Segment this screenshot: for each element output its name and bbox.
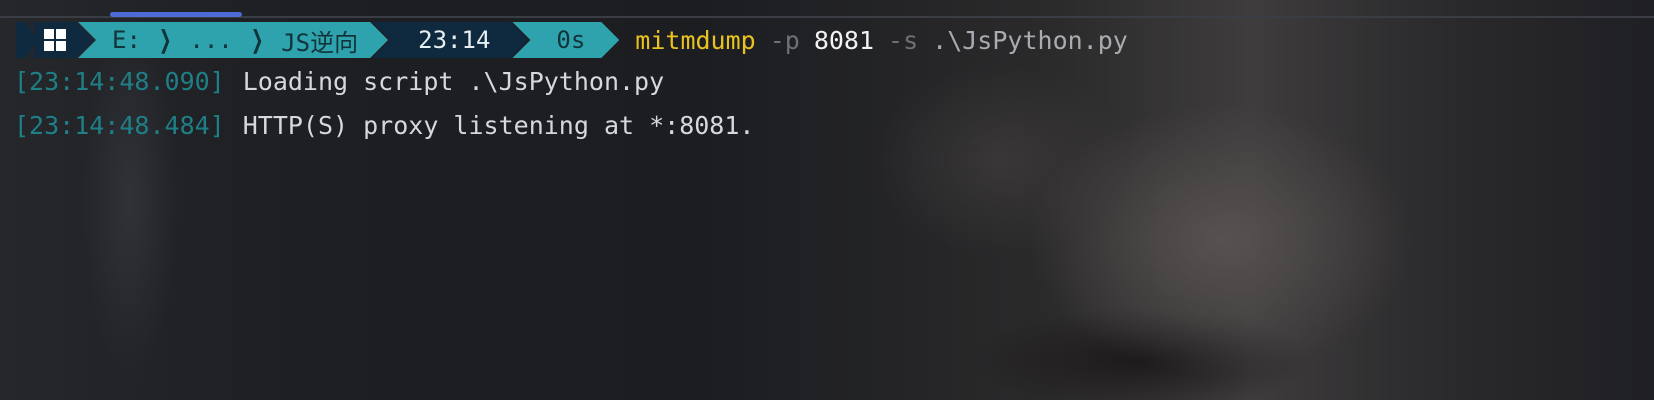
prompt-path-segment: E: ❯ ... ❯ JS逆向 <box>78 22 388 58</box>
chevron-right-icon: ❯ <box>159 20 172 60</box>
log-line: [23:14:48.090] Loading script .\JsPython… <box>14 67 664 96</box>
path-drive: E: <box>112 26 141 54</box>
active-tab-indicator[interactable] <box>110 12 242 17</box>
path-ellipsis: ... <box>189 26 233 54</box>
log-line: [23:14:48.484] HTTP(S) proxy listening a… <box>14 111 754 140</box>
prompt-time-segment: 23:14 <box>372 22 528 58</box>
prompt-exec-time: 0s <box>556 26 586 54</box>
prompt-lead-cap <box>16 22 36 58</box>
terminal-background-image <box>0 0 1654 400</box>
log-message: HTTP(S) proxy listening at *:8081. <box>242 111 755 140</box>
log-timestamp: [23:14:48.090] <box>14 67 225 96</box>
tab-bar-divider <box>0 16 1654 18</box>
command-port-value: 8081 <box>813 25 875 55</box>
command-script-path: .\JsPython.py <box>932 25 1128 55</box>
windows-icon <box>44 29 66 51</box>
command-flag-script: -s <box>888 25 919 55</box>
command-flag-port: -p <box>769 25 800 55</box>
shell-prompt: E: ❯ ... ❯ JS逆向 23:14 0s mitmdump -p 808… <box>16 22 1128 58</box>
prompt-exec-time-segment: 0s <box>512 22 619 58</box>
chevron-right-icon: ❯ <box>250 20 264 60</box>
prompt-time: 23:14 <box>418 26 491 54</box>
log-message: Loading script .\JsPython.py <box>242 67 665 96</box>
log-timestamp: [23:14:48.484] <box>14 111 225 140</box>
command-line[interactable]: mitmdump -p 8081 -s .\JsPython.py <box>635 26 1128 55</box>
command-name: mitmdump <box>635 25 756 55</box>
path-current-folder: JS逆向 <box>281 28 359 57</box>
